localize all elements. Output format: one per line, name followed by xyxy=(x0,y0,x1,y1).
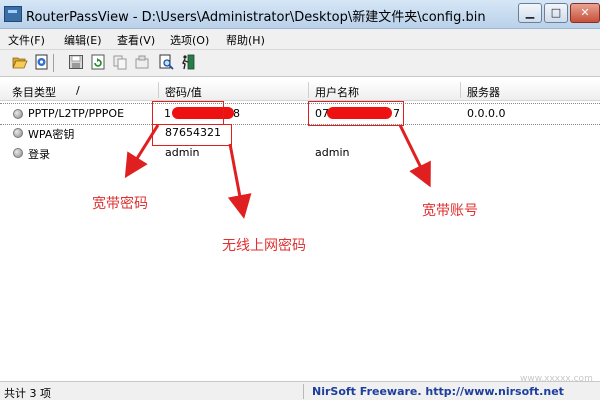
arrow-to-broadband-password xyxy=(124,124,160,179)
arrow-to-wireless-password xyxy=(227,143,252,219)
app-window: RouterPassView - D:\Users\Administrator\… xyxy=(0,0,600,400)
label-broadband-account: 宽带账号 xyxy=(422,203,478,219)
status-vendor-link[interactable]: NirSoft Freeware. http://www.nirsoft.net xyxy=(312,385,564,398)
annotation-arrows xyxy=(124,124,431,219)
status-bar: 共计 3 项 NirSoft Freeware. http://www.nirs… xyxy=(0,381,600,400)
status-divider xyxy=(303,384,304,399)
label-wireless-password: 无线上网密码 xyxy=(222,238,306,254)
watermark: www.xxxxx.com xyxy=(520,374,593,384)
label-broadband-password: 宽带密码 xyxy=(92,196,148,212)
arrow-to-broadband-account xyxy=(398,124,431,188)
status-item-count: 共计 3 项 xyxy=(4,387,51,400)
